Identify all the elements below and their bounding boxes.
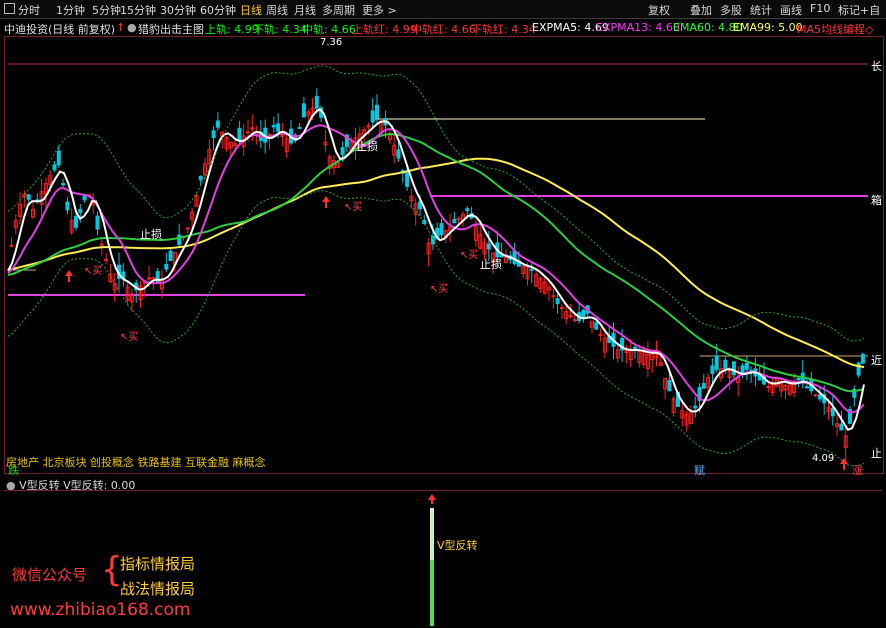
- candle-body: [805, 386, 809, 389]
- candle-body: [714, 355, 719, 370]
- axis-label-2: 赋: [694, 464, 705, 477]
- candle-body: [82, 195, 87, 201]
- candle-body: [26, 194, 31, 200]
- candle-body: [529, 268, 534, 271]
- candle-body: [78, 208, 83, 213]
- stop-label-2: 止损: [480, 257, 502, 271]
- expma5-line: [7, 108, 865, 432]
- axis-label-3: 涨: [852, 464, 863, 477]
- candle-body: [740, 365, 745, 374]
- candle-body: [164, 264, 169, 270]
- up-arrow-1: [322, 196, 330, 208]
- candle-body: [452, 218, 457, 224]
- candle-body: [559, 307, 564, 310]
- watermark-wechat: 微信公众号: [12, 566, 88, 584]
- candle-body: [9, 244, 14, 247]
- right-label-near: 近: [871, 354, 882, 367]
- candle-body: [155, 271, 160, 284]
- candle-body: [301, 103, 306, 118]
- buy-label-0: ↖买: [120, 331, 138, 343]
- candle-body: [56, 150, 61, 166]
- candle-body: [693, 405, 698, 409]
- candle-body: [99, 243, 104, 246]
- candle-body: [52, 164, 57, 171]
- candle-body: [731, 361, 736, 376]
- candle-body: [405, 172, 410, 187]
- candle-body: [276, 123, 281, 132]
- candle-body: [185, 227, 190, 230]
- right-label-box: 箱: [871, 194, 882, 207]
- buy-label-2: ↖买: [344, 201, 362, 213]
- candle-body: [486, 243, 491, 250]
- candle-body: [465, 208, 470, 212]
- candle-body: [581, 309, 586, 318]
- candle-body: [766, 386, 771, 389]
- candle-body: [598, 333, 603, 336]
- candle-body: [95, 215, 100, 230]
- candle-body: [572, 319, 577, 322]
- candle-body: [430, 236, 435, 245]
- buy-label-1: ↖买: [84, 265, 102, 277]
- candle-body: [701, 383, 706, 389]
- up-arrow-0: [65, 270, 73, 282]
- candle-body: [370, 110, 375, 123]
- buy-label-3: ↖买: [430, 283, 448, 295]
- candle-body: [271, 124, 276, 128]
- candle-body: [375, 104, 379, 119]
- candle-body: [555, 298, 560, 305]
- candle-body: [246, 131, 250, 134]
- candle-body: [860, 353, 865, 364]
- axis-label-1: 跌: [8, 464, 19, 477]
- candle-body: [839, 423, 844, 431]
- buy-label-4: ↖买: [460, 249, 478, 261]
- candle-body: [61, 183, 66, 186]
- candle-body: [813, 394, 818, 397]
- candle-body: [297, 127, 302, 130]
- candle-body: [215, 120, 220, 128]
- ema60-line: [7, 133, 865, 393]
- candle-body: [366, 125, 371, 128]
- candle-body: [65, 201, 70, 211]
- candle-body: [198, 175, 203, 181]
- watermark-site: www.zhibiao168.com: [10, 600, 191, 620]
- stop-label-1: 止损: [356, 139, 378, 153]
- watermark-line1: 指标情报局: [120, 555, 196, 573]
- candle-body: [151, 277, 156, 280]
- candle-body: [856, 362, 861, 376]
- candle-body: [667, 379, 672, 392]
- candle-body: [830, 408, 835, 417]
- candle-body: [723, 359, 728, 370]
- candle-body: [168, 250, 173, 262]
- candle-body: [314, 96, 319, 109]
- candle-body: [439, 223, 444, 236]
- stop-label-0: 止损: [140, 227, 162, 241]
- candle-body: [796, 377, 801, 380]
- candle-body: [817, 394, 822, 400]
- candle-body: [211, 130, 216, 139]
- watermark-line2: 战法情报局: [120, 580, 196, 598]
- right-label-stop: 止: [871, 447, 882, 460]
- candle-body: [710, 365, 715, 374]
- candle-body: [594, 322, 599, 330]
- candle-body: [237, 127, 242, 141]
- right-label-long: 长: [871, 60, 882, 73]
- concept-tags[interactable]: 房地产 北京板块 创投概念 铁路基建 互联金融 麻概念: [6, 454, 265, 470]
- candle-body: [396, 149, 401, 159]
- candle-body: [177, 234, 182, 246]
- candle-body: [340, 147, 345, 155]
- candle-body: [74, 215, 78, 228]
- low-price-label: 4.09: [812, 453, 834, 464]
- candle-body: [744, 363, 749, 370]
- high-price-label: 7.36: [320, 37, 342, 48]
